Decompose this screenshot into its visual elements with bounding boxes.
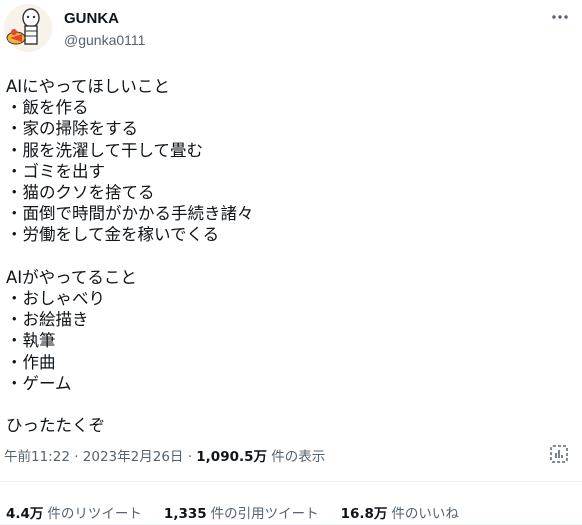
author-handle[interactable]: @gunka0111 <box>64 32 145 48</box>
author-name[interactable]: GUNKA <box>64 10 119 27</box>
more-icon[interactable] <box>548 6 572 28</box>
views-label: 件の表示 <box>267 449 326 465</box>
retweets-stat[interactable]: 4.4万 件のリツイート <box>6 502 142 522</box>
likes-label: 件のいいね <box>391 506 459 522</box>
avatar-illustration <box>4 4 52 52</box>
likes-count: 16.8万 <box>340 506 388 522</box>
tweet-time[interactable]: 午前11:22 · 2023年2月26日 · <box>4 449 196 465</box>
analytics-icon[interactable] <box>548 443 570 465</box>
tweet-meta: 午前11:22 · 2023年2月26日 · 1,090.5万 件の表示 <box>4 445 325 465</box>
quotes-count: 1,335 <box>163 506 207 522</box>
quotes-label: 件の引用ツイート <box>210 506 319 522</box>
views-count: 1,090.5万 <box>196 449 268 465</box>
avatar[interactable] <box>4 4 52 52</box>
retweets-label: 件のリツイート <box>47 506 142 522</box>
engagement-stats: 4.4万 件のリツイート 1,335 件の引用ツイート 16.8万 件のいいね <box>6 502 459 522</box>
likes-stat[interactable]: 16.8万 件のいいね <box>341 502 459 522</box>
retweets-count: 4.4万 <box>6 506 44 522</box>
quotes-stat[interactable]: 1,335 件の引用ツイート <box>164 502 319 522</box>
tweet-text: AIにやってほしいこと ・飯を作る ・家の掃除をする ・服を洗濯して干して畳む … <box>6 77 254 436</box>
divider <box>0 481 582 482</box>
